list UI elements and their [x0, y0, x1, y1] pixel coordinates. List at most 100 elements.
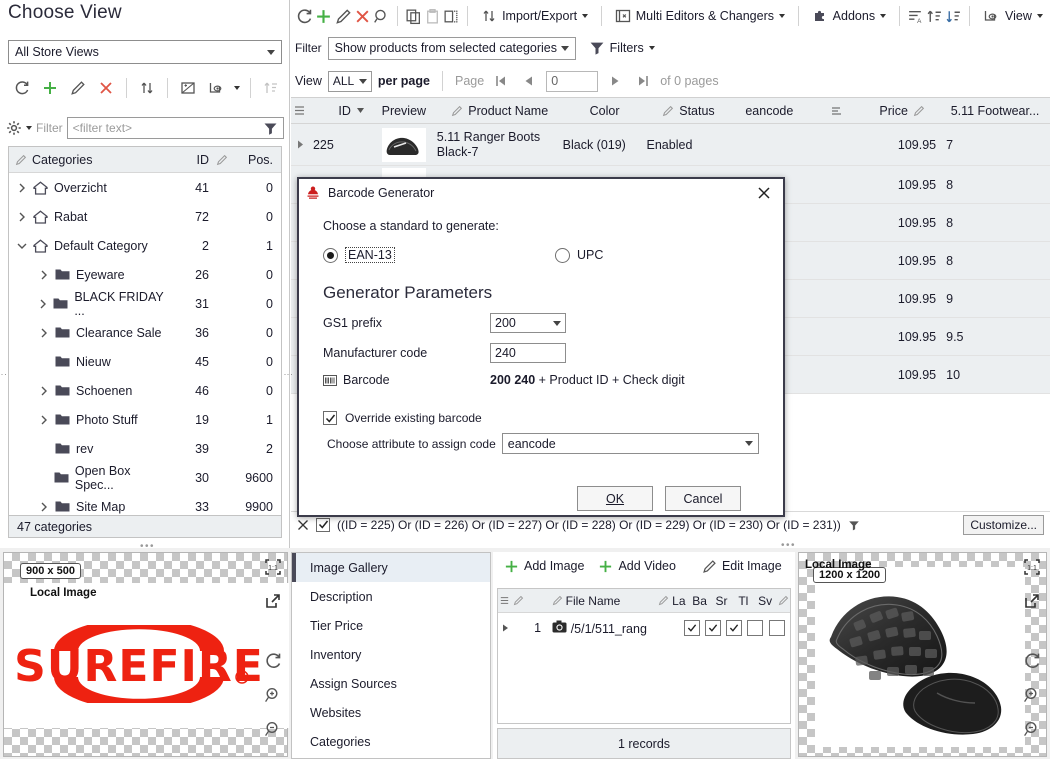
prev-page-icon[interactable] — [518, 71, 540, 91]
column-header-ba[interactable]: Ba — [689, 594, 711, 608]
sort-updown-icon[interactable] — [133, 75, 161, 101]
vertical-splitter-grip-center[interactable]: ⋮ — [284, 360, 294, 390]
category-row[interactable]: Nieuw 45 0 — [9, 347, 281, 376]
expander-expanded-icon[interactable] — [15, 242, 29, 250]
tab-assign-sources[interactable]: Assign Sources — [292, 669, 490, 698]
manufacturer-code-input[interactable]: 240 — [490, 343, 566, 363]
column-header-la[interactable]: La — [655, 594, 689, 608]
radio-ean13[interactable]: EAN-13 — [323, 247, 555, 263]
pencil-icon[interactable] — [64, 75, 92, 101]
attribute-select[interactable]: eancode — [501, 433, 759, 454]
chevron-down-icon[interactable] — [230, 75, 244, 101]
grid-menu-icon[interactable] — [498, 596, 512, 605]
category-row[interactable]: Site Map 33 9900 — [9, 492, 281, 515]
plus-icon[interactable] — [314, 3, 333, 29]
filter-mode-select[interactable]: Show products from selected categories — [327, 36, 576, 60]
sort-asc-icon[interactable] — [925, 3, 944, 29]
column-header-attribute[interactable] — [808, 104, 864, 117]
zoom-in-icon[interactable] — [1021, 685, 1043, 705]
plus-icon[interactable] — [36, 75, 64, 101]
expander-collapsed-icon[interactable] — [37, 270, 51, 280]
tab-description[interactable]: Description — [292, 582, 490, 611]
checkbox-sw[interactable] — [747, 620, 764, 636]
gs1-prefix-select[interactable]: 200 — [490, 313, 566, 333]
tab-image-gallery[interactable]: Image Gallery — [292, 553, 490, 582]
column-header-status[interactable]: Status — [647, 104, 731, 118]
gallery-row[interactable]: 1 /5/1/511_rang — [498, 613, 790, 643]
category-row[interactable]: Photo Stuff 19 1 — [9, 405, 281, 434]
duplicate-icon[interactable] — [442, 3, 461, 29]
one-to-one-icon[interactable]: 1:1 — [1021, 557, 1043, 577]
add-image-button[interactable]: Add Image — [497, 553, 591, 579]
edit-image-button[interactable]: Edit Image — [695, 553, 789, 579]
per-page-select[interactable]: ALL — [327, 70, 372, 92]
column-header-id[interactable]: ID — [309, 104, 371, 118]
view-button[interactable]: View — [976, 3, 1050, 29]
magnifier-icon[interactable] — [372, 3, 391, 29]
checkbox-extra[interactable] — [768, 620, 785, 636]
zoom-in-icon[interactable] — [262, 685, 284, 705]
last-page-icon[interactable] — [632, 71, 654, 91]
column-header-sw[interactable]: Sv — [754, 594, 776, 608]
categories-filter-input[interactable]: <filter text> — [66, 117, 284, 139]
category-row[interactable]: BLACK FRIDAY ... 31 0 — [9, 289, 281, 318]
fit-text-icon[interactable]: A — [906, 3, 925, 29]
x-icon[interactable] — [353, 3, 372, 29]
refresh-icon[interactable] — [8, 75, 36, 101]
image-icon[interactable] — [174, 75, 202, 101]
tab-tier-price[interactable]: Tier Price — [292, 611, 490, 640]
multi-editors-button[interactable]: Multi Editors & Changers — [608, 3, 792, 29]
category-row[interactable]: Schoenen 46 0 — [9, 376, 281, 405]
filter-enabled-checkbox[interactable] — [316, 517, 330, 532]
zoom-out-icon[interactable] — [1021, 719, 1043, 739]
tab-websites[interactable]: Websites — [292, 698, 490, 727]
expander-collapsed-icon[interactable] — [37, 328, 51, 338]
category-row[interactable]: rev 39 2 — [9, 434, 281, 463]
checkbox-ba[interactable] — [683, 620, 700, 636]
store-view-select[interactable]: All Store Views — [8, 40, 282, 64]
checkbox-sm[interactable] — [704, 620, 721, 636]
expander-collapsed-icon[interactable] — [37, 299, 49, 309]
refresh-icon[interactable] — [295, 3, 314, 29]
table-row[interactable]: 225 5.11 Ranger Boots Black-7 Black (019) E… — [291, 124, 1050, 166]
import-export-button[interactable]: Import/Export — [474, 3, 595, 29]
checkbox-th[interactable] — [726, 620, 743, 636]
funnel-icon[interactable] — [848, 519, 860, 531]
column-header-product-name[interactable]: Product Name — [437, 104, 563, 118]
radio-upc[interactable]: UPC — [555, 247, 603, 263]
filters-button[interactable]: Filters — [582, 35, 662, 61]
category-row[interactable]: Overzicht 41 0 — [9, 173, 281, 202]
sort-asc-icon[interactable] — [257, 75, 285, 101]
row-expander-icon[interactable] — [291, 124, 309, 165]
category-row[interactable]: Clearance Sale 36 0 — [9, 318, 281, 347]
column-header-file-name[interactable]: File Name — [552, 594, 655, 608]
vertical-splitter-grip-far-left[interactable]: ⋮ — [0, 360, 8, 390]
addons-button[interactable]: Addons — [805, 3, 893, 29]
pencil-icon[interactable] — [333, 3, 352, 29]
sort-desc-icon[interactable] — [944, 3, 963, 29]
gear-icon[interactable] — [6, 120, 22, 136]
clipboard-icon[interactable] — [423, 3, 442, 29]
rotate-icon[interactable] — [262, 651, 284, 671]
grid-menu-icon[interactable] — [291, 105, 309, 116]
page-number-input[interactable]: 0 — [546, 70, 599, 92]
column-header-price[interactable]: Price — [864, 104, 940, 118]
column-header-footwear[interactable]: 5.11 Footwear... — [940, 104, 1050, 118]
chevron-down-icon[interactable] — [26, 126, 32, 130]
close-icon[interactable] — [297, 519, 309, 531]
rotate-icon[interactable] — [1021, 651, 1043, 671]
funnel-icon[interactable] — [263, 121, 278, 136]
x-icon[interactable] — [92, 75, 120, 101]
ok-button[interactable]: OK — [577, 486, 653, 511]
expander-collapsed-icon[interactable] — [15, 212, 29, 222]
tab-inventory[interactable]: Inventory — [292, 640, 490, 669]
override-existing-barcode-row[interactable]: Override existing barcode — [323, 411, 759, 425]
expander-collapsed-icon[interactable] — [37, 502, 51, 512]
first-page-icon[interactable] — [490, 71, 512, 91]
zoom-out-icon[interactable] — [262, 719, 284, 739]
tab-categories[interactable]: Categories — [292, 727, 490, 756]
next-page-icon[interactable] — [604, 71, 626, 91]
expander-collapsed-icon[interactable] — [15, 183, 29, 193]
category-row[interactable]: Rabat 72 0 — [9, 202, 281, 231]
column-header-color[interactable]: Color — [563, 104, 647, 118]
